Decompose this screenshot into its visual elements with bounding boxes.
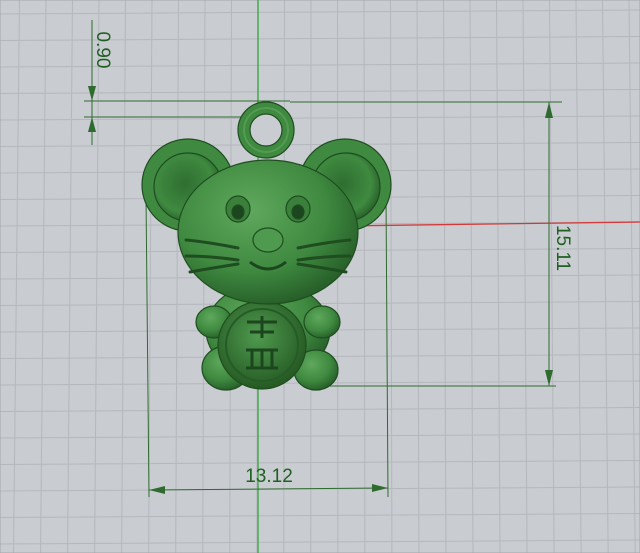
grid-line-vertical <box>628 0 636 553</box>
dimension-height-label: 15.11 <box>552 225 573 271</box>
grid-line-vertical <box>175 0 179 553</box>
grid-line-vertical <box>94 0 100 553</box>
coin <box>217 300 307 390</box>
dimension-loop-thickness-label: 0.90 <box>92 32 113 69</box>
viewport-canvas[interactable]: 0.90 15.11 13.12 <box>0 0 640 553</box>
grid-line-vertical <box>496 0 501 553</box>
grid-line-horizontal <box>0 460 640 465</box>
grid-line-horizontal <box>0 513 640 518</box>
grid-line-vertical <box>40 0 47 553</box>
grid-line-horizontal <box>0 9 640 15</box>
grid-line-vertical <box>12 0 20 553</box>
grid-line-vertical <box>522 0 528 553</box>
grid-line-horizontal <box>0 539 640 545</box>
grid-line-vertical <box>602 0 609 553</box>
grid-line-vertical <box>575 0 582 553</box>
grid-line-vertical <box>549 0 555 553</box>
3d-viewport[interactable]: 0.90 15.11 13.12 <box>0 0 640 553</box>
dimension-width-label: 13.12 <box>245 466 293 487</box>
rat-pendant-model[interactable] <box>141 101 392 391</box>
grid-line-horizontal <box>0 89 640 94</box>
grid-line-vertical <box>67 0 73 553</box>
pendant-loop <box>237 101 295 159</box>
grid-line-vertical <box>121 0 126 553</box>
